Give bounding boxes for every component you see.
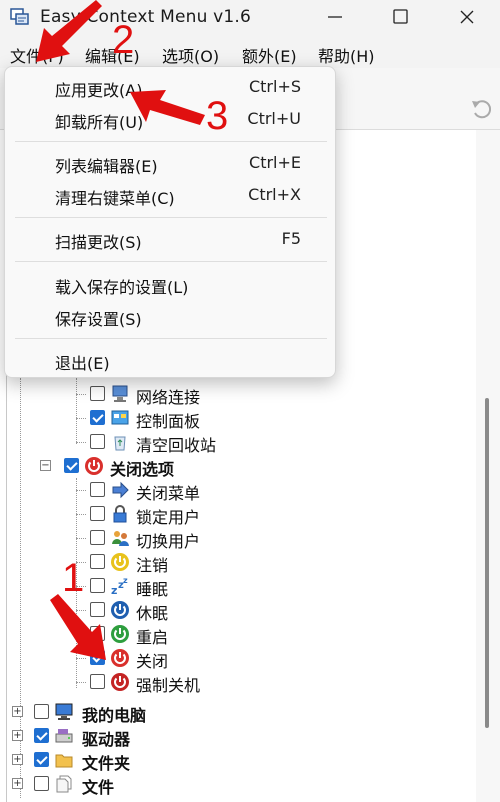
annotation-arrow-3 (130, 90, 205, 125)
annotation-number-3: 3 (206, 94, 229, 138)
annotation-number-2: 2 (112, 18, 135, 62)
annotation-arrows (36, 0, 205, 660)
annotation-arrow-2 (36, 0, 102, 62)
annotation-arrow-1 (50, 594, 106, 660)
annotation-number-1: 1 (62, 556, 85, 600)
